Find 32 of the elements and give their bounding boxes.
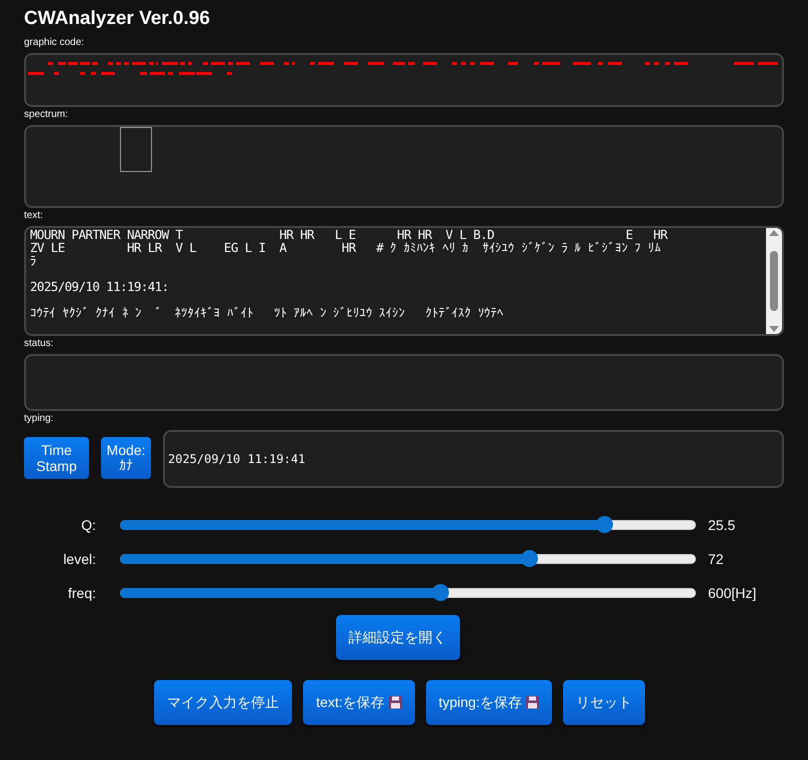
slider-value: 600[Hz] bbox=[708, 584, 756, 603]
text-line: ｺｳﾃｲ ﾔｸｼﾞ ｸﾅｲ ﾈ ﾝ ゛ ﾈﾂﾀｲｷﾞﾖ ﾊﾞｲﾄ ﾂﾄ ｱﾙﾍ ﾝ ｼﾞﾋﾘﾕｳ ｽｲｼﾝ ｸﾄﾃﾞｲｽｸ ｿｳﾃﾍ bbox=[30, 306, 504, 319]
timestamp-button[interactable]: Time Stamp bbox=[24, 437, 89, 479]
section-label: status: bbox=[24, 338, 54, 350]
scroll-down-icon[interactable] bbox=[769, 326, 779, 332]
app-title: CWAnalyzer Ver.0.96 bbox=[24, 8, 211, 30]
scrollbar-thumb[interactable] bbox=[770, 251, 778, 311]
slider[interactable] bbox=[120, 583, 696, 603]
action-button[interactable]: text:を保存 bbox=[303, 680, 415, 725]
text-line: MOURN PARTNER NARROW T HR HR L E HR HR V L B.D E HR bbox=[30, 228, 669, 241]
text-line: ﾗ bbox=[30, 254, 38, 267]
action-button[interactable]: typing:を保存 bbox=[426, 680, 552, 725]
slider-value: 72 bbox=[708, 550, 724, 568]
text-line: 2025/09/10 11:19:41: bbox=[30, 280, 170, 293]
slider[interactable] bbox=[120, 549, 696, 569]
section-label: graphic code: bbox=[24, 37, 86, 49]
section-label: typing: bbox=[24, 413, 54, 425]
action-button[interactable]: マイク入力を停止 bbox=[154, 680, 292, 725]
slider-value: 25.5 bbox=[708, 516, 736, 534]
scroll-up-icon[interactable] bbox=[769, 230, 779, 236]
typing-field[interactable]: 2025/09/10 11:19:41 bbox=[163, 430, 784, 488]
mode-button[interactable]: Mode: ｶﾅ bbox=[101, 437, 151, 479]
section-label: text: bbox=[24, 210, 44, 222]
settings-button[interactable]: 詳細設定を開く bbox=[336, 615, 460, 660]
section-label: spectrum: bbox=[24, 109, 69, 121]
slider-label: freq: bbox=[66, 584, 96, 603]
text-line: ZV LE HR LR V L EG L I A HR # ｸ ｶﾐﾊﾝｷ ﾍﾘ ｶ ｻｲｼﾕｳ ｼﾞｹﾞﾝ ﾗ ﾙ ﾋﾞｼﾞﾖﾝ ﾌ ﾘﾑ bbox=[30, 241, 662, 254]
spectrum-marker bbox=[120, 127, 152, 172]
slider[interactable] bbox=[120, 515, 696, 535]
slider-label: Q: bbox=[80, 516, 96, 535]
action-button[interactable]: リセット bbox=[562, 680, 645, 725]
slider-label: level: bbox=[62, 550, 96, 568]
